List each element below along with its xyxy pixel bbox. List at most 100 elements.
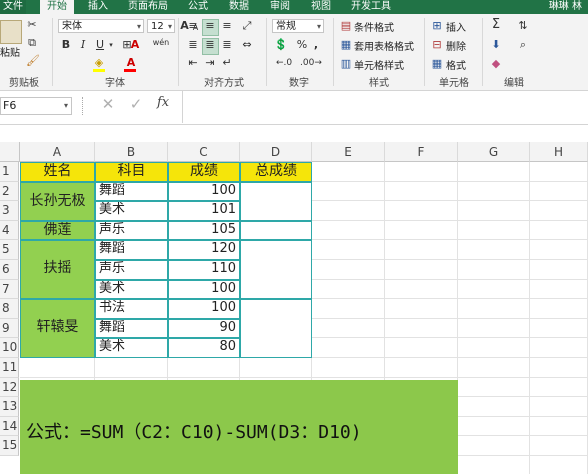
tab-insert[interactable]: 插入 (88, 0, 108, 14)
table-format-icon[interactable]: ▦ (340, 38, 352, 52)
delete-cells-button[interactable]: 删除 (446, 38, 466, 53)
user-name[interactable]: 琳琳 林 (549, 0, 582, 14)
row-header-13[interactable]: 13 (0, 397, 19, 417)
cancel-icon[interactable]: ✕ (100, 95, 116, 115)
name-box[interactable]: F6 ▾ (0, 97, 72, 115)
conditional-format-icon[interactable]: ▤ (340, 19, 352, 33)
score-cell[interactable]: 100 (168, 299, 240, 319)
subject-cell[interactable]: 美术 (95, 338, 168, 358)
row-header-9[interactable]: 9 (0, 318, 19, 339)
orientation-icon[interactable]: ⤢ (240, 19, 254, 33)
select-all-corner[interactable] (0, 142, 20, 162)
percent-button[interactable]: % (296, 38, 308, 52)
cut-icon[interactable]: ✂ (26, 18, 38, 32)
find-select-icon[interactable]: ⌕ (514, 38, 532, 52)
total-cell[interactable] (240, 299, 312, 358)
subject-cell[interactable]: 舞蹈 (95, 181, 168, 202)
score-cell[interactable]: 90 (168, 318, 240, 339)
font-name-select[interactable]: 宋体 ▾ (58, 19, 144, 33)
score-cell[interactable]: 100 (168, 181, 240, 202)
subject-cell[interactable]: 美术 (95, 201, 168, 221)
delete-cells-icon[interactable]: ⊟ (431, 38, 443, 52)
column-header-a[interactable]: A (20, 142, 95, 162)
header-cell[interactable]: 成绩 (168, 162, 240, 182)
autosum-button[interactable]: Σ (489, 18, 503, 32)
row-header-7[interactable]: 7 (0, 279, 19, 300)
bold-button[interactable]: B (60, 38, 72, 52)
tab-file[interactable]: 文件 (0, 0, 26, 14)
total-cell[interactable] (240, 220, 312, 241)
total-cell[interactable] (240, 240, 312, 300)
column-header-e[interactable]: E (312, 142, 385, 162)
format-cells-icon[interactable]: ▦ (431, 57, 443, 71)
align-bottom-icon[interactable]: ≡ (220, 19, 234, 33)
tab-review[interactable]: 审阅 (270, 0, 290, 14)
increase-decimal-icon[interactable]: ←.0 (276, 56, 292, 70)
header-cell[interactable]: 科目 (95, 162, 168, 182)
row-header-1[interactable]: 1 (0, 162, 19, 182)
row-header-6[interactable]: 6 (0, 260, 19, 280)
header-cell[interactable]: 姓名 (20, 162, 95, 182)
decrease-indent-icon[interactable]: ⇤ (186, 56, 200, 70)
confirm-icon[interactable]: ✓ (128, 95, 144, 115)
number-format-select[interactable]: 常规 ▾ (272, 19, 324, 33)
paste-label[interactable]: 粘贴 (0, 44, 20, 59)
score-cell[interactable]: 100 (168, 279, 240, 300)
sort-filter-icon[interactable]: ⇅ (514, 19, 532, 33)
wrap-text-icon[interactable]: ↵ (220, 56, 234, 70)
font-color-button[interactable]: A (128, 38, 142, 52)
copy-icon[interactable]: ⧉ (26, 36, 38, 50)
format-painter-icon[interactable]: 🖌 (26, 54, 40, 68)
score-cell[interactable]: 80 (168, 338, 240, 358)
header-cell[interactable]: 总成绩 (240, 162, 312, 182)
row-header-5[interactable]: 5 (0, 240, 19, 260)
subject-cell[interactable]: 声乐 (95, 260, 168, 280)
score-cell[interactable]: 110 (168, 260, 240, 280)
tab-formulas[interactable]: 公式 (188, 0, 208, 14)
insert-function-button[interactable]: fx (157, 95, 175, 115)
format-cells-button[interactable]: 格式 (446, 57, 466, 72)
paste-icon[interactable] (0, 20, 22, 44)
tab-data[interactable]: 数据 (229, 0, 249, 14)
italic-button[interactable]: I (77, 38, 89, 52)
subject-cell[interactable]: 美术 (95, 279, 168, 300)
align-left-icon[interactable]: ≣ (186, 38, 200, 52)
row-header-12[interactable]: 12 (0, 377, 19, 398)
clear-icon[interactable]: ◆ (489, 57, 503, 71)
name-cell[interactable]: 长孙无极 (20, 181, 95, 221)
row-header-14[interactable]: 14 (0, 416, 19, 437)
font-color-icon[interactable]: A (124, 56, 138, 70)
column-header-b[interactable]: B (95, 142, 168, 162)
score-cell[interactable]: 120 (168, 240, 240, 260)
merge-center-icon[interactable]: ⇔ (240, 38, 254, 52)
total-cell[interactable] (240, 181, 312, 221)
score-cell[interactable]: 105 (168, 220, 240, 241)
subject-cell[interactable]: 书法 (95, 299, 168, 319)
insert-cells-icon[interactable]: ⊞ (431, 19, 443, 33)
column-header-d[interactable]: D (240, 142, 312, 162)
align-center-icon[interactable]: ≣ (203, 38, 217, 52)
conditional-format-button[interactable]: 条件格式 (354, 19, 394, 34)
tab-developer[interactable]: 开发工具 (351, 0, 391, 14)
subject-cell[interactable]: 舞蹈 (95, 318, 168, 339)
font-size-select[interactable]: 12 ▾ (147, 19, 175, 33)
align-middle-icon[interactable]: ≡ (203, 19, 217, 33)
decrease-decimal-icon[interactable]: .00→ (300, 56, 322, 70)
align-right-icon[interactable]: ≣ (220, 38, 234, 52)
name-cell[interactable]: 佛莲 (20, 220, 95, 241)
fill-color-icon[interactable]: ◈ (92, 56, 106, 70)
row-header-3[interactable]: 3 (0, 201, 19, 221)
tab-page-layout[interactable]: 页面布局 (128, 0, 168, 14)
underline-button[interactable]: U (94, 38, 106, 52)
name-cell[interactable]: 扶摇 (20, 240, 95, 300)
row-header-2[interactable]: 2 (0, 181, 19, 202)
tab-home[interactable]: 开始 (40, 0, 74, 14)
subject-cell[interactable]: 舞蹈 (95, 240, 168, 260)
row-header-8[interactable]: 8 (0, 299, 19, 319)
column-header-h[interactable]: H (530, 142, 588, 162)
cell-styles-button[interactable]: 单元格样式 (354, 57, 404, 72)
row-header-11[interactable]: 11 (0, 358, 19, 378)
column-header-g[interactable]: G (458, 142, 530, 162)
row-header-4[interactable]: 4 (0, 220, 19, 241)
align-top-icon[interactable]: ≡ (186, 19, 200, 33)
